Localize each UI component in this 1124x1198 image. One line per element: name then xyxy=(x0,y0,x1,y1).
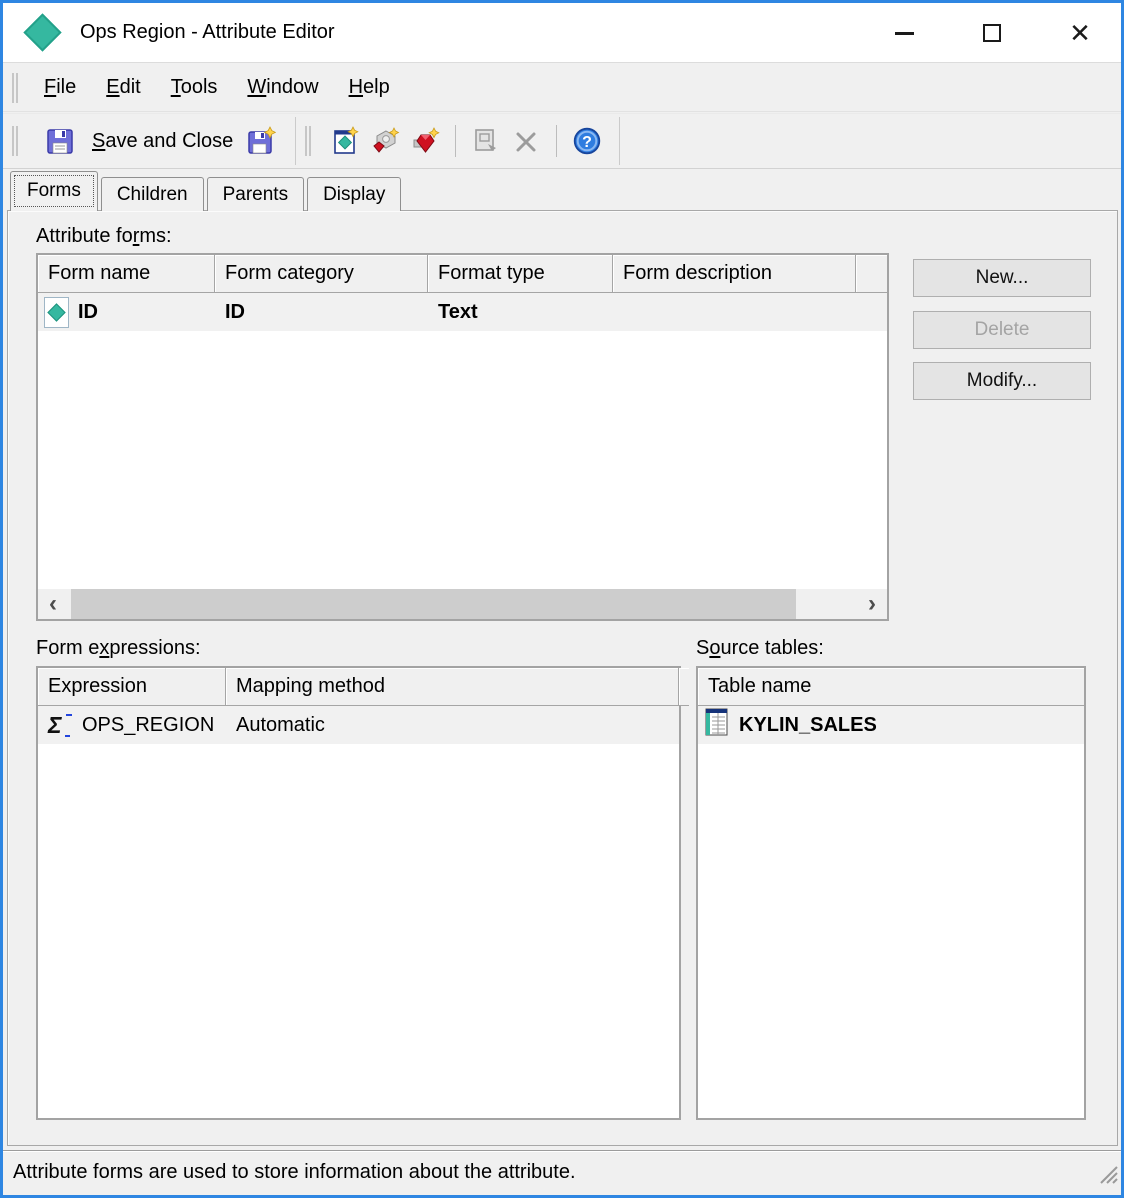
save-as-button[interactable] xyxy=(246,126,276,156)
form-expressions-label: Form expressions: xyxy=(36,637,201,660)
tab-forms[interactable]: Forms xyxy=(10,171,98,211)
cell-expression: Σ OPS_REGION xyxy=(38,714,226,737)
column-header-filler xyxy=(856,255,887,293)
attribute-forms-label: Attribute forms: xyxy=(36,225,172,248)
toolbar-band-object: ? xyxy=(295,117,620,165)
source-tables-table: Table name xyxy=(696,666,1086,1120)
attribute-forms-header: Form name Form category Format type Form… xyxy=(38,255,887,293)
app-diamond-icon xyxy=(23,13,61,51)
close-icon: ✕ xyxy=(1069,20,1091,46)
toolbar-gripper-1[interactable] xyxy=(12,126,18,156)
title-bar: Ops Region - Attribute Editor ✕ xyxy=(3,3,1121,63)
form-expressions-table: Expression Mapping method Σ OPS_REGION A… xyxy=(36,666,681,1120)
column-header-form-description[interactable]: Form description xyxy=(613,255,856,293)
table-icon xyxy=(705,707,731,743)
status-text: Attribute forms are used to store inform… xyxy=(13,1161,576,1184)
column-header-form-category[interactable]: Form category xyxy=(215,255,428,293)
scroll-left-arrow[interactable]: ‹ xyxy=(38,589,68,619)
attribute-form-row-id[interactable]: ID ID Text xyxy=(38,293,887,331)
new-fact-button[interactable] xyxy=(370,126,400,156)
svg-text:?: ? xyxy=(582,134,592,151)
column-header-filler xyxy=(679,668,689,706)
column-header-form-name[interactable]: Form name xyxy=(38,255,215,293)
new-gem-object-button[interactable] xyxy=(410,126,440,156)
window-controls: ✕ xyxy=(891,3,1093,63)
tab-parents[interactable]: Parents xyxy=(207,177,304,211)
horizontal-scrollbar[interactable]: ‹ › xyxy=(38,589,887,619)
toolbar-separator-1 xyxy=(455,125,456,157)
toolbar: Save and Close xyxy=(3,113,1121,169)
column-header-expression[interactable]: Expression xyxy=(38,668,226,706)
menubar-gripper[interactable] xyxy=(12,73,18,103)
attribute-form-icon xyxy=(44,297,69,328)
tab-display[interactable]: Display xyxy=(307,177,401,211)
column-header-table-name[interactable]: Table name xyxy=(698,668,1084,706)
source-table-row[interactable]: KYLIN_SALES xyxy=(698,706,1084,744)
form-expressions-header: Expression Mapping method xyxy=(38,668,679,706)
cell-form-name: ID xyxy=(38,297,215,328)
status-bar: Attribute forms are used to store inform… xyxy=(3,1150,1121,1193)
column-header-mapping-method[interactable]: Mapping method xyxy=(226,668,679,706)
save-and-close-button[interactable]: Save and Close xyxy=(32,126,241,156)
resize-grip-icon[interactable] xyxy=(1097,1163,1119,1191)
cell-format-type: Text xyxy=(428,301,613,324)
cell-mapping-method: Automatic xyxy=(226,714,679,737)
attribute-editor-window: Ops Region - Attribute Editor ✕ File Edi… xyxy=(0,0,1124,1198)
menu-tools[interactable]: Tools xyxy=(159,76,230,99)
delete-button-disabled xyxy=(511,126,541,156)
save-and-close-label: Save and Close xyxy=(92,130,233,153)
new-attribute-form-button[interactable] xyxy=(330,126,360,156)
menu-bar: File Edit Tools Window Help xyxy=(3,64,1121,112)
column-header-format-type[interactable]: Format type xyxy=(428,255,613,293)
toolbar-band-save: Save and Close xyxy=(3,117,281,165)
tab-children[interactable]: Children xyxy=(101,177,204,211)
new-button[interactable]: New... xyxy=(913,259,1091,297)
close-button[interactable]: ✕ xyxy=(1067,20,1093,46)
maximize-button[interactable] xyxy=(979,20,1005,46)
scrollbar-thumb[interactable] xyxy=(71,589,796,619)
maximize-icon xyxy=(983,24,1001,42)
scroll-right-arrow[interactable]: › xyxy=(857,589,887,619)
source-tables-label: Source tables: xyxy=(696,637,824,660)
cell-form-category: ID xyxy=(215,301,428,324)
tab-strip: Forms Children Parents Display xyxy=(10,171,404,211)
cell-table-name: KYLIN_SALES xyxy=(698,707,1084,743)
menu-file[interactable]: File xyxy=(32,76,88,99)
save-icon xyxy=(45,126,75,156)
menu-edit[interactable]: Edit xyxy=(94,76,152,99)
help-button[interactable]: ? xyxy=(572,126,602,156)
edit-definition-button-disabled xyxy=(471,126,501,156)
delete-button: Delete xyxy=(913,311,1091,349)
minimize-icon xyxy=(895,32,914,35)
window-title: Ops Region - Attribute Editor xyxy=(80,21,335,44)
source-tables-header: Table name xyxy=(698,668,1084,706)
toolbar-separator-2 xyxy=(556,125,557,157)
minimize-button[interactable] xyxy=(891,20,917,46)
expression-sigma-icon: Σ xyxy=(48,714,74,737)
menu-help[interactable]: Help xyxy=(337,76,402,99)
attribute-forms-table: Form name Form category Format type Form… xyxy=(36,253,889,621)
menu-window[interactable]: Window xyxy=(235,76,330,99)
toolbar-gripper-2[interactable] xyxy=(305,126,311,156)
form-expression-row[interactable]: Σ OPS_REGION Automatic xyxy=(38,706,679,744)
modify-button[interactable]: Modify... xyxy=(913,362,1091,400)
forms-tab-panel: Attribute forms: Form name Form category… xyxy=(7,210,1118,1146)
